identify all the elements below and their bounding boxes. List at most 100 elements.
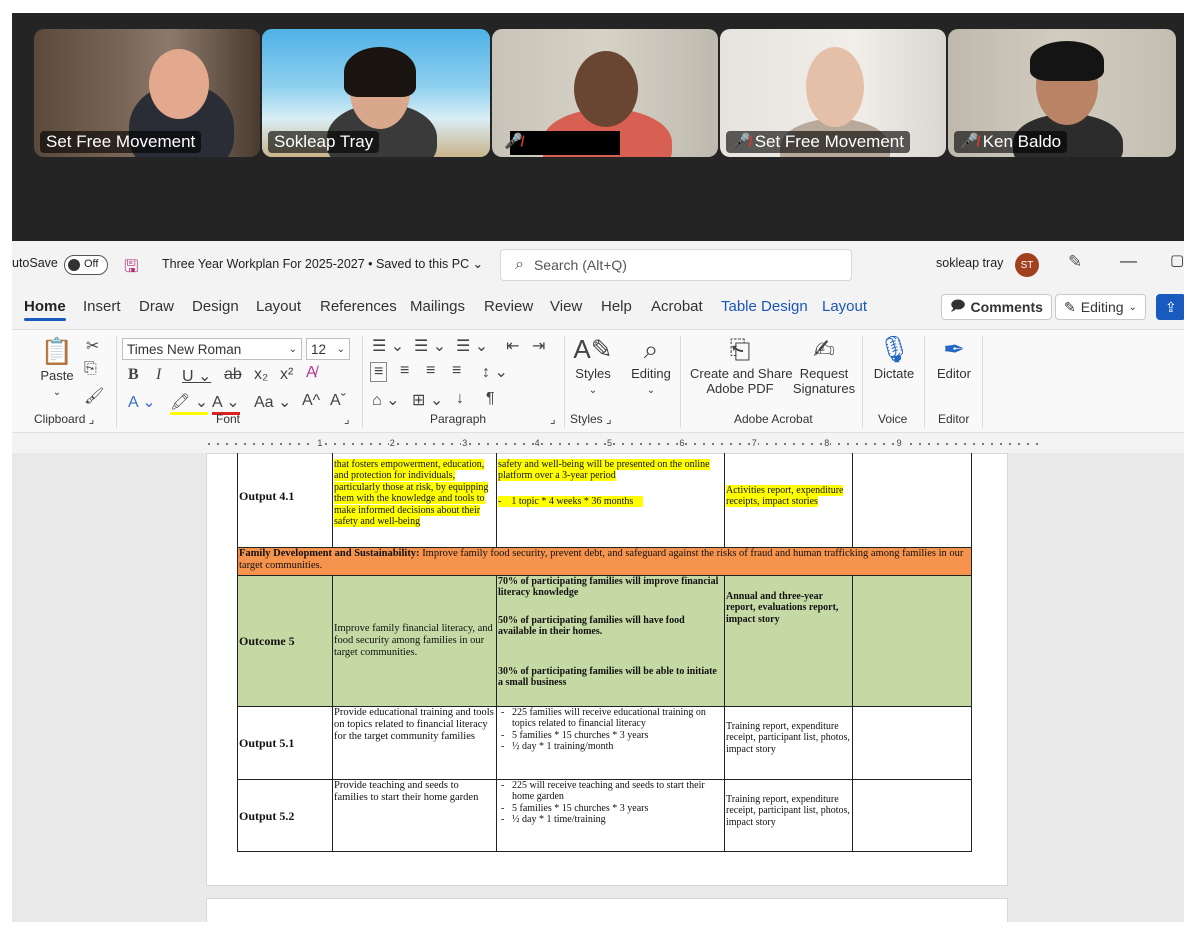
clear-formatting-icon[interactable]: A̸ [306, 364, 317, 382]
tab-layout[interactable]: Layout [256, 298, 301, 315]
highlight-icon[interactable]: 🖍 ⌄ [170, 392, 209, 415]
grow-font-icon[interactable]: A^ [302, 392, 320, 410]
ruler-tick [955, 443, 957, 445]
font-name-select[interactable]: Times New Roman ⌄ [122, 338, 302, 360]
document-canvas[interactable]: Output 4.1 that fosters empowerment, edu… [12, 453, 1184, 922]
editor-group-label: Editor [938, 412, 970, 426]
ruler-tick [433, 443, 435, 445]
participant-name: 🎤̸ Ken Baldo [954, 131, 1068, 153]
ruler-tick [874, 443, 876, 445]
tab-draw[interactable]: Draw [139, 298, 174, 315]
request-signatures-button[interactable]: ✍ Request Signatures [792, 332, 856, 396]
shading-icon[interactable]: ⌂ ⌄ [372, 390, 400, 410]
format-painter-icon[interactable]: 🖌 [84, 386, 104, 406]
document-title[interactable]: Three Year Workplan For 2025-2027 • Save… [162, 256, 483, 271]
output-5-1-label: Output 5.1 [237, 706, 333, 780]
tab-table-design[interactable]: Table Design [721, 298, 808, 315]
create-share-pdf-button[interactable]: ⎗ Create and Share Adobe PDF [690, 332, 793, 396]
decrease-indent-icon[interactable]: ⇤ [506, 336, 519, 356]
search-icon: ⌕ [643, 334, 659, 364]
text-effects-icon[interactable]: A ⌄ [128, 392, 156, 412]
video-tile-5[interactable]: 🎤̸ Ken Baldo [948, 29, 1176, 157]
align-right-icon[interactable]: ≡ [426, 362, 435, 380]
output-4-1-notes [852, 453, 972, 548]
subscript-icon[interactable]: x₂ [254, 366, 268, 384]
ruler-tick [334, 443, 336, 445]
superscript-icon[interactable]: x² [280, 366, 293, 384]
video-tile-3[interactable]: 🎤̸ [492, 29, 718, 157]
ruler-tick [1009, 443, 1011, 445]
tab-references[interactable]: References [320, 298, 397, 315]
ruler-tick [694, 443, 696, 445]
ribbon-home: 📋 Paste ⌄ ✂ ⎘ 🖌 Clipboard ⌟ Times New Rom… [12, 329, 1184, 433]
increase-indent-icon[interactable]: ⇥ [532, 336, 545, 356]
search-box[interactable]: ⌕ Search (Alt+Q) [500, 249, 852, 281]
restore-icon[interactable]: ▢ [1170, 251, 1184, 269]
multilevel-list-icon[interactable]: ☰ ⌄ [456, 336, 488, 356]
ruler-tick [208, 443, 210, 445]
ruler-tick [928, 443, 930, 445]
tab-mailings[interactable]: Mailings [410, 298, 465, 315]
ruler-tick [298, 443, 300, 445]
font-dialog-icon[interactable]: ⌟ [344, 412, 350, 426]
output-4-1-indicator: safety and well-being will be presented … [496, 453, 725, 548]
save-icon[interactable]: 🖫 [124, 254, 138, 283]
editing-button[interactable]: ⌕ Editing ⌄ [628, 332, 674, 396]
change-case-icon[interactable]: Aa ⌄ [254, 392, 291, 412]
align-center-icon[interactable]: ≡ [400, 362, 409, 380]
borders-icon[interactable]: ⊞ ⌄ [412, 390, 443, 410]
paste-button[interactable]: 📋 Paste ⌄ [36, 334, 78, 398]
strikethrough-icon[interactable]: ab [224, 366, 242, 384]
italic-icon[interactable]: I [156, 366, 161, 384]
align-left-icon[interactable]: ≡ [370, 362, 388, 382]
document-page[interactable]: Output 4.1 that fosters empowerment, edu… [206, 453, 1008, 886]
font-group-label: Font [216, 412, 241, 426]
share-icon: ⇪ [1165, 298, 1177, 315]
ruler-tick [847, 443, 849, 445]
tab-home[interactable]: Home [24, 298, 66, 321]
justify-icon[interactable]: ≡ [452, 362, 461, 380]
video-tile-4[interactable]: 🎤̸ Set Free Movement [720, 29, 946, 157]
sort-icon[interactable]: ↓ [456, 390, 464, 408]
bold-icon[interactable]: B [128, 366, 139, 384]
outcome-5-indicators: 70% of participating families will impro… [496, 575, 725, 707]
copy-icon[interactable]: ⎘ [84, 360, 97, 378]
paragraph-dialog-icon[interactable]: ⌟ [550, 412, 556, 426]
ruler-tick [1000, 443, 1002, 445]
tab-view[interactable]: View [550, 298, 582, 315]
bullets-icon[interactable]: ☰ ⌄ [372, 336, 404, 356]
cut-icon[interactable]: ✂ [86, 336, 99, 356]
line-spacing-icon[interactable]: ↕ ⌄ [482, 362, 508, 382]
tab-help[interactable]: Help [601, 298, 632, 315]
video-tile-1[interactable]: Set Free Movement [34, 29, 260, 157]
tab-acrobat[interactable]: Acrobat [651, 298, 703, 315]
numbering-icon[interactable]: ☰ ⌄ [414, 336, 446, 356]
autosave-toggle[interactable]: Off [64, 255, 108, 275]
tab-design[interactable]: Design [192, 298, 239, 315]
video-tile-2[interactable]: Sokleap Tray [262, 29, 490, 157]
dictate-button[interactable]: 🎙 Dictate [870, 332, 918, 381]
tab-table-layout[interactable]: Layout [822, 298, 867, 315]
shrink-font-icon[interactable]: Aˇ [330, 392, 346, 410]
outcome-5-verification: Annual and three-year report, evaluation… [724, 575, 853, 707]
avatar[interactable]: ST [1015, 253, 1039, 277]
editor-button[interactable]: ✒ Editor [932, 332, 976, 381]
ruler-tick [217, 443, 219, 445]
underline-icon[interactable]: U ⌄ [182, 366, 211, 386]
ruler-tick [253, 443, 255, 445]
horizontal-ruler[interactable]: 1 2 3 4 5 6 7 8 9 [12, 435, 1184, 453]
document-page-next[interactable] [206, 898, 1008, 922]
tab-insert[interactable]: Insert [83, 298, 121, 315]
show-marks-icon[interactable]: ¶ [486, 390, 495, 408]
editing-mode-button[interactable]: ✎ Editing ⌄ [1055, 294, 1146, 320]
output-5-2-indicators: 225 will receive teaching and seeds to s… [496, 779, 725, 852]
styles-button[interactable]: A✎ Styles ⌄ [572, 332, 614, 396]
pen-icon[interactable]: ✎ [1068, 252, 1082, 272]
microphone-icon: 🎙 [877, 334, 911, 364]
share-button[interactable]: ⇪ [1156, 294, 1184, 320]
ruler-tick [289, 443, 291, 445]
tab-review[interactable]: Review [484, 298, 533, 315]
comments-button[interactable]: 🗩 Comments [941, 294, 1052, 320]
minimize-icon[interactable]: — [1120, 251, 1137, 271]
font-size-select[interactable]: 12 ⌄ [306, 338, 350, 360]
